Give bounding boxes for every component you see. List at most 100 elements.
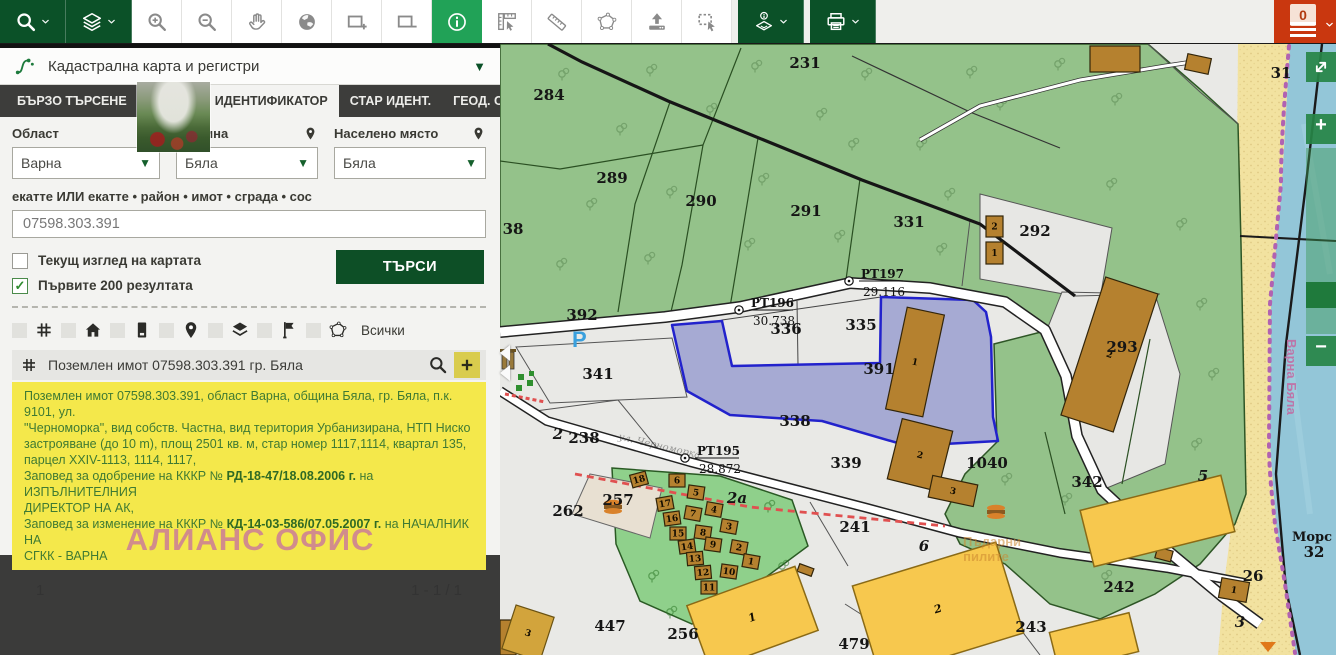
sidebar-collapse-arrow[interactable] xyxy=(500,365,510,381)
building: 15 xyxy=(670,527,686,540)
type-checkbox-layers-solid[interactable] xyxy=(208,323,223,338)
draw-polygon-icon xyxy=(596,11,618,33)
chevron-down-icon xyxy=(1324,17,1335,28)
svg-text:РТ197: РТ197 xyxy=(861,267,904,281)
type-checkbox-pin[interactable] xyxy=(159,323,174,338)
first200-checkbox[interactable] xyxy=(12,278,28,294)
zoom-slider-handle[interactable] xyxy=(1306,282,1336,308)
sidebar: Кадастрална карта и регистри ▼ БЪРЗО ТЪР… xyxy=(0,44,500,655)
map-canvas[interactable]: P 1232211865177416315892141311012111123 … xyxy=(500,44,1336,655)
toolbar-layers-button[interactable] xyxy=(66,0,132,43)
toolbar-extent-add-button[interactable] xyxy=(332,0,382,43)
type-checkbox-home[interactable] xyxy=(61,323,76,338)
add-to-selection-button[interactable] xyxy=(454,352,480,378)
home-icon xyxy=(83,320,103,340)
svg-text:2: 2 xyxy=(991,223,997,233)
parcel-label: 5 xyxy=(1198,467,1208,485)
measure-area-icon xyxy=(496,11,518,33)
identify-info-icon xyxy=(446,11,468,33)
grid-icon xyxy=(34,320,54,340)
type-checkbox-polygon[interactable] xyxy=(306,323,321,338)
tab-0[interactable]: БЪРЗО ТЪРСЕНЕ xyxy=(6,85,138,117)
oblast-label: Област xyxy=(12,126,59,141)
hamburger-icon xyxy=(1290,19,1316,37)
building: 6 xyxy=(669,474,685,487)
sidebar-collapse-arrow[interactable] xyxy=(500,345,510,361)
search-icon[interactable] xyxy=(428,355,448,375)
page-number: 1 xyxy=(36,582,44,606)
parcel-label: 342 xyxy=(1071,473,1102,491)
toolbar-zoom-out-button[interactable] xyxy=(182,0,232,43)
toolbar-layers-info-button[interactable] xyxy=(738,0,804,43)
toolbar-identify-info-button[interactable] xyxy=(432,0,482,43)
toolbar-select-box-button[interactable] xyxy=(682,0,732,43)
naseleno-select[interactable]: Бяла▼ xyxy=(334,147,486,179)
current-view-label: Текущ изглед на картата xyxy=(38,253,201,268)
zoom-in-button[interactable]: + xyxy=(1306,114,1336,144)
layers-info-icon xyxy=(753,11,775,33)
toolbar-menu-button[interactable]: 0 xyxy=(1274,0,1336,43)
parcel-label: 335 xyxy=(845,316,876,334)
chev-icon xyxy=(106,16,117,27)
svg-text:РТ195: РТ195 xyxy=(697,444,740,458)
parcel-label: 242 xyxy=(1103,578,1134,596)
tab-3[interactable]: СТАР ИДЕНТ. xyxy=(339,85,442,117)
tab-2[interactable]: ИДЕНТИФИКАТОР xyxy=(204,85,339,117)
type-checkbox-building[interactable] xyxy=(110,323,125,338)
full-extent-button[interactable] xyxy=(1306,52,1336,82)
svg-text:10: 10 xyxy=(722,567,736,579)
parcel-label: пилите xyxy=(963,549,1009,564)
toolbar-extent-remove-button[interactable] xyxy=(382,0,432,43)
ekatte-input[interactable] xyxy=(12,210,486,238)
zoom-out-button[interactable]: − xyxy=(1306,336,1336,366)
parcel-label: 243 xyxy=(1015,618,1046,636)
building: 7 xyxy=(684,506,702,522)
toolbar-pan-hand-button[interactable] xyxy=(232,0,282,43)
svg-text:28.872: 28.872 xyxy=(699,462,741,476)
search-tabs: БЪРЗО ТЪРСЕНЕАДРЕСИДЕНТИФИКАТОРСТАР ИДЕН… xyxy=(0,85,500,117)
svg-text:14: 14 xyxy=(680,542,694,554)
location-pin-icon xyxy=(471,126,486,141)
result-detail-text: Поземлен имот 07598.303.391, област Варн… xyxy=(12,382,486,570)
measure-ruler-icon xyxy=(546,11,568,33)
divider xyxy=(12,306,486,308)
parcel-label: Варна Бяла xyxy=(1284,339,1299,415)
parcel-label: 392 xyxy=(566,306,597,324)
building-icon xyxy=(132,320,152,340)
tab-4[interactable]: ГЕОД. ОСНОВА xyxy=(442,85,500,117)
parking-icon: P xyxy=(572,327,587,352)
cadastre-app: 0 Кадастрална карта и регистри ▼ БЪРЗО Т… xyxy=(0,0,1336,655)
building: 2 xyxy=(730,540,748,556)
type-checkbox-flag[interactable] xyxy=(257,323,272,338)
toolbar-globe-button[interactable] xyxy=(282,0,332,43)
type-checkbox-grid[interactable] xyxy=(12,323,27,338)
svg-text:6: 6 xyxy=(674,477,680,487)
building: 1 xyxy=(986,242,1003,264)
layers-solid-icon xyxy=(230,320,250,340)
service-selector[interactable]: Кадастрална карта и регистри ▼ xyxy=(0,48,500,85)
parcel-label: 391 xyxy=(863,360,894,378)
toolbar-upload-button[interactable] xyxy=(632,0,682,43)
building: 9 xyxy=(704,537,722,552)
search-button[interactable]: ТЪРСИ xyxy=(336,250,484,284)
map-area[interactable]: P 1232211865177416315892141311012111123 … xyxy=(500,44,1336,655)
toolbar-zoom-in-button[interactable] xyxy=(132,0,182,43)
toolbar-measure-ruler-button[interactable] xyxy=(532,0,582,43)
toolbar-measure-area-button[interactable] xyxy=(482,0,532,43)
svg-text:11: 11 xyxy=(703,584,716,594)
parcel-label: 292 xyxy=(1019,222,1050,240)
upload-icon xyxy=(646,11,668,33)
svg-text:15: 15 xyxy=(672,530,685,540)
toolbar-draw-polygon-button[interactable] xyxy=(582,0,632,43)
parcel-label: 479 xyxy=(838,635,869,653)
result-list-item[interactable]: Поземлен имот 07598.303.391 гр. Бяла xyxy=(12,350,486,380)
plus-icon xyxy=(458,356,476,374)
current-view-checkbox[interactable] xyxy=(12,253,28,269)
parcel-label: 2а xyxy=(726,489,747,507)
toolbar-search-button[interactable] xyxy=(0,0,66,43)
svg-text:16: 16 xyxy=(665,514,679,526)
parcel-label: 238 xyxy=(568,429,599,447)
building: 3 xyxy=(720,519,738,535)
toolbar-print-button[interactable] xyxy=(810,0,876,43)
building: 5 xyxy=(687,485,705,500)
